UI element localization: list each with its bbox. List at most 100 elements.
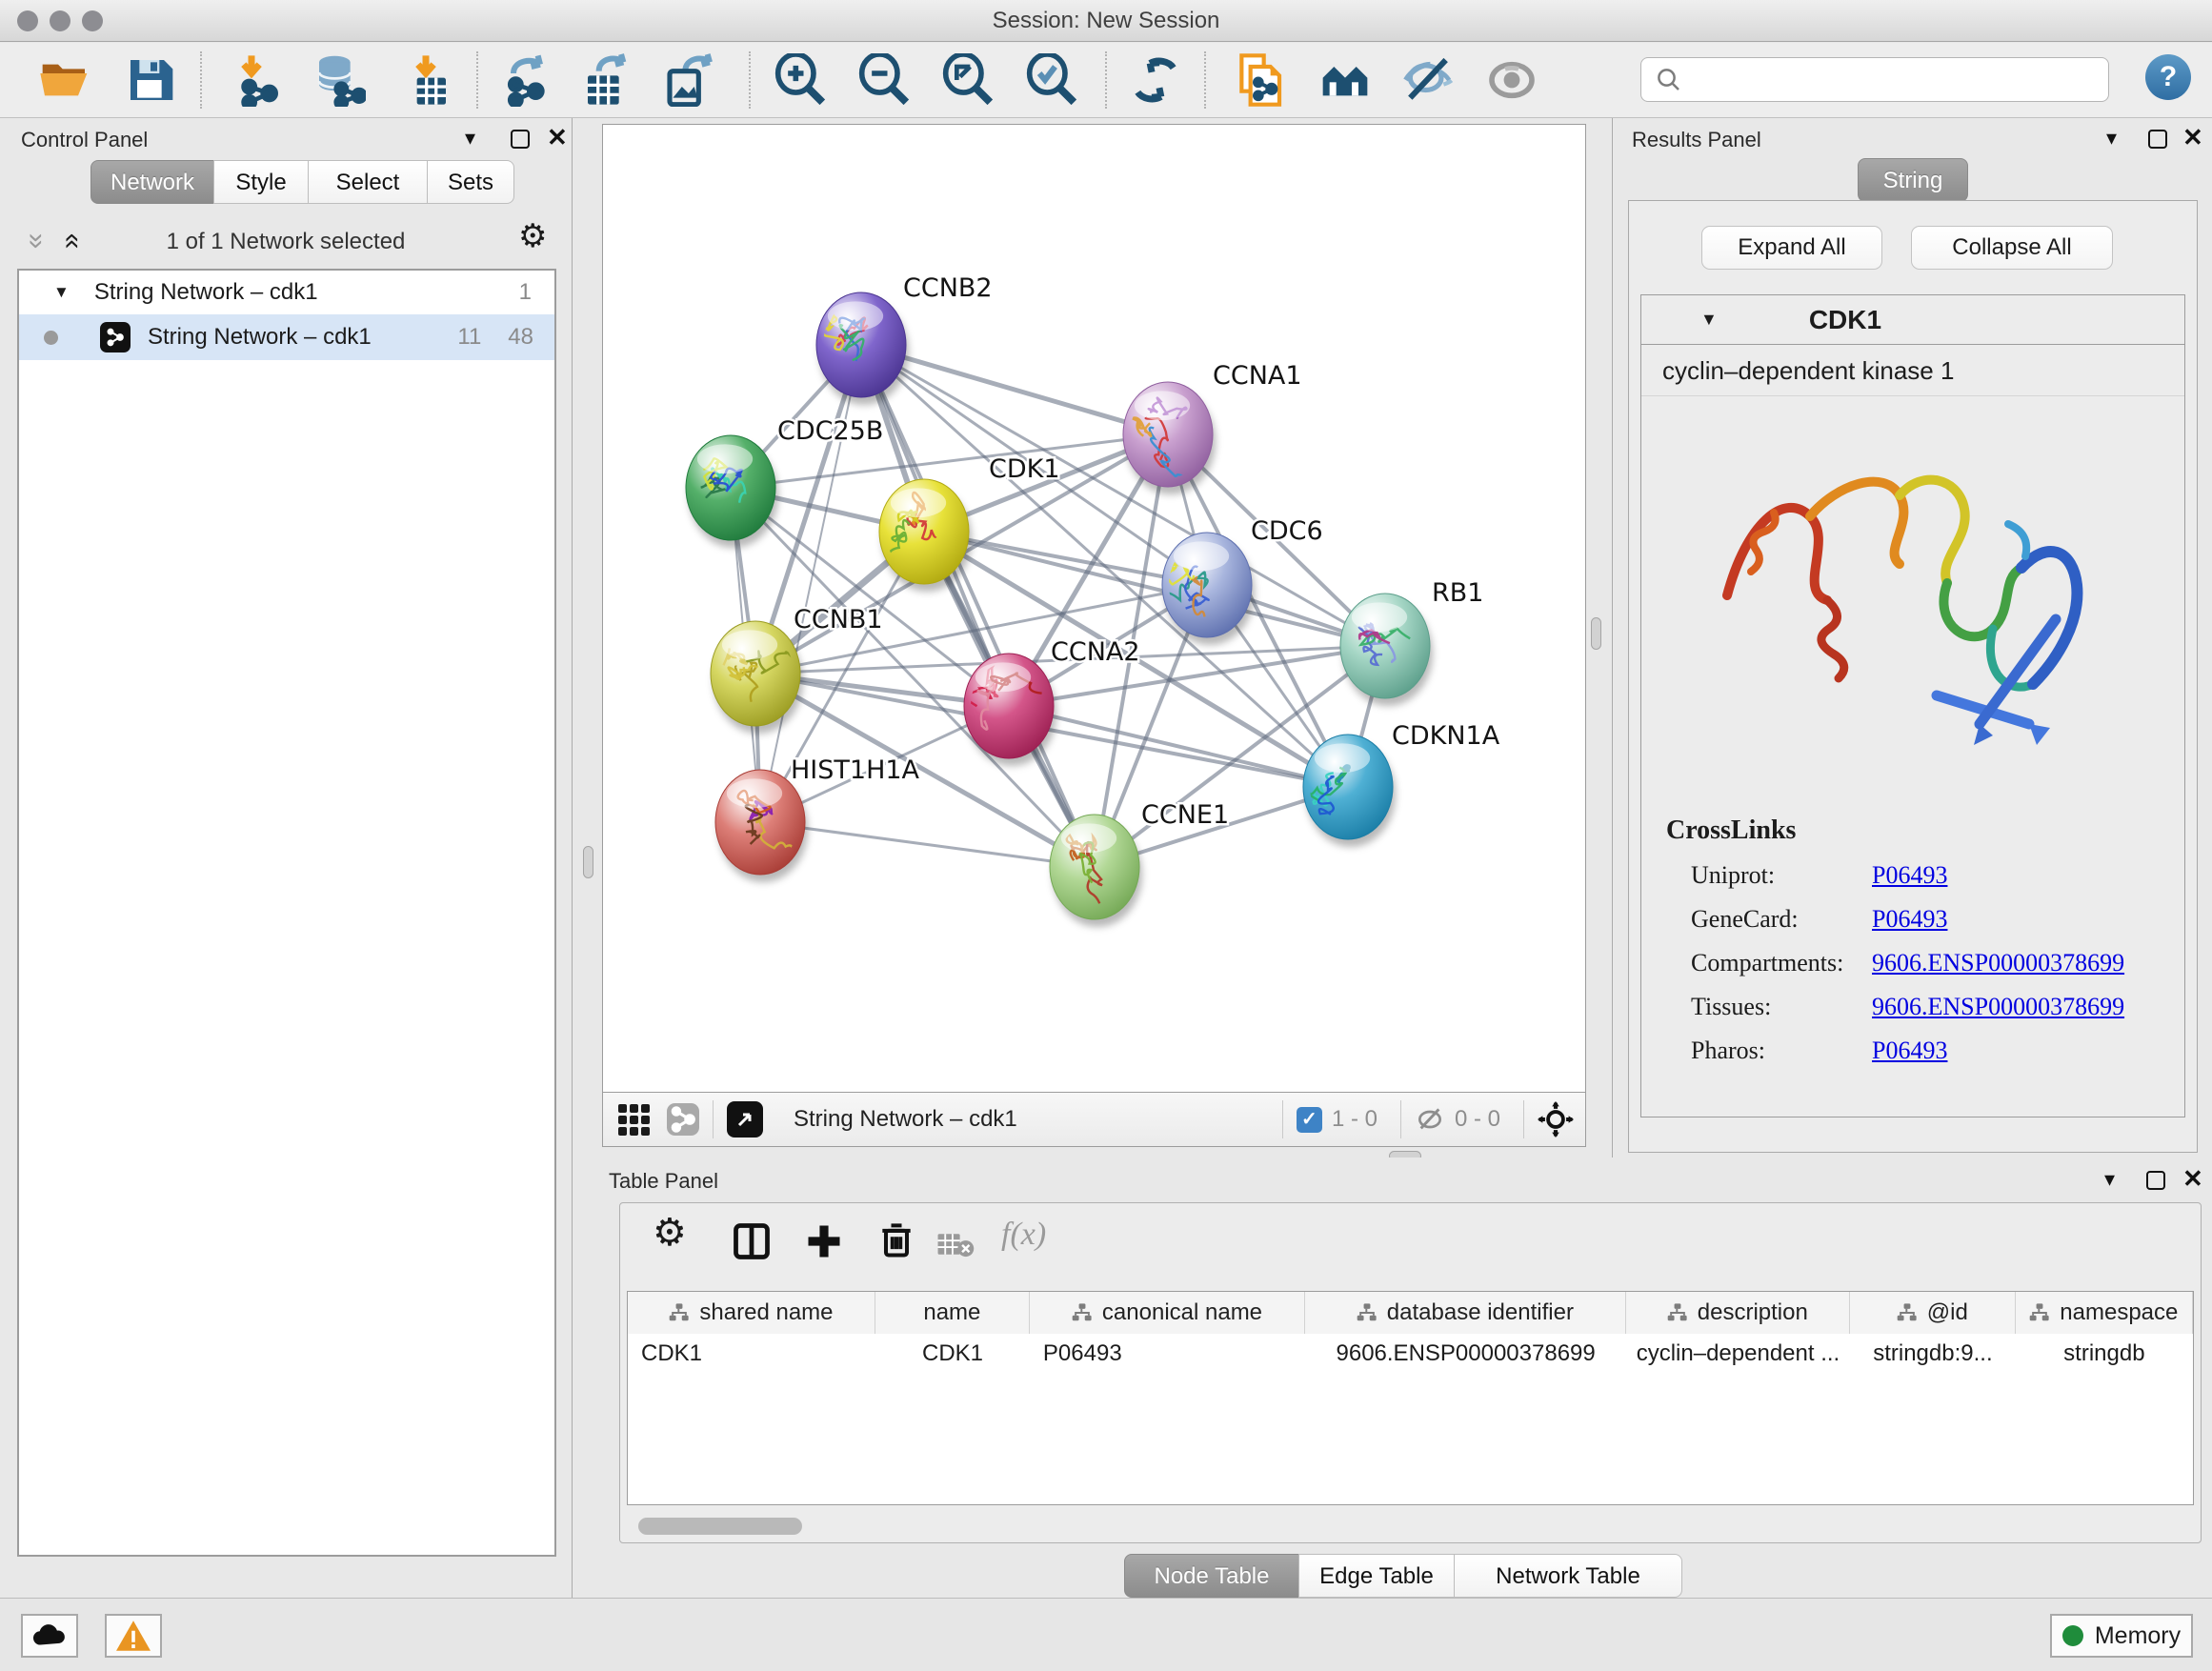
right-splitter-handle[interactable] [1591,617,1601,650]
zoom-out-icon[interactable] [857,53,911,107]
network-collection-row[interactable]: ▼ String Network – cdk1 1 [19,271,554,314]
network-options-gear-icon[interactable]: ⚙ [518,217,547,255]
network-node-rb1[interactable]: RB1 [1340,578,1483,706]
viewbar-separator [713,1100,714,1138]
export-table-icon[interactable] [581,53,634,107]
import-network-icon[interactable] [231,53,285,107]
node-label: RB1 [1432,578,1483,608]
hidden-eye-icon[interactable] [1415,1104,1445,1135]
network-edge[interactable] [861,345,1095,867]
tab-network[interactable]: Network [90,160,214,204]
add-column-icon[interactable] [803,1220,845,1262]
help-button[interactable]: ? [2145,54,2191,100]
panel-menu-icon[interactable]: ▾ [2106,126,2117,151]
network-node-cdkn1a[interactable]: CDKN1A [1303,721,1500,847]
table-cell[interactable]: stringdb:9... [1850,1334,2016,1374]
show-all-icon[interactable] [1485,53,1538,107]
string-share-icon[interactable] [667,1103,699,1136]
window-zoom-button[interactable] [82,10,103,31]
cloud-button[interactable] [21,1614,78,1658]
refresh-icon[interactable] [1129,53,1182,107]
crosslink-value-link[interactable]: 9606.ENSP00000378699 [1872,949,2124,977]
left-splitter-handle[interactable] [583,846,593,878]
network-edge[interactable] [760,822,1095,867]
network-node-hist1h1a[interactable]: HIST1H1A [715,755,920,882]
table-cell[interactable]: stringdb [2016,1334,2193,1374]
warnings-button[interactable] [105,1614,162,1658]
column-header-description[interactable]: description [1626,1292,1850,1334]
table-cell[interactable]: cyclin–dependent ... [1626,1334,1850,1374]
control-panel-tabs: Network Style Select Sets [91,160,514,204]
panel-float-icon[interactable] [2148,130,2167,149]
horizontal-scrollbar-thumb[interactable] [638,1518,802,1535]
node-card-header[interactable]: ▼ CDK1 [1641,295,2184,345]
table-cell[interactable]: 9606.ENSP00000378699 [1305,1334,1625,1374]
duplicate-network-icon[interactable] [1233,53,1286,107]
fit-content-crosshair-icon[interactable] [1538,1101,1574,1137]
apply-function-icon[interactable]: f(x) [1001,1217,1046,1253]
panel-close-icon[interactable]: ✕ [547,128,568,147]
table-row[interactable]: CDK1CDK1P064939606.ENSP00000378699cyclin… [628,1334,2193,1374]
delete-table-icon[interactable] [936,1230,975,1258]
tab-sets[interactable]: Sets [427,160,514,204]
crosslink-value-link[interactable]: P06493 [1872,905,1947,934]
table-cell[interactable]: P06493 [1030,1334,1306,1374]
card-collapse-icon[interactable]: ▼ [1700,310,1718,330]
import-table-icon[interactable] [399,53,452,107]
table-cell[interactable]: CDK1 [628,1334,875,1374]
panel-float-icon[interactable] [511,130,530,149]
table-options-gear-icon[interactable]: ⚙ [653,1211,687,1255]
first-neighbors-icon[interactable] [1318,53,1372,107]
panel-menu-icon[interactable]: ▾ [465,126,475,151]
tab-edge-table[interactable]: Edge Table [1298,1554,1455,1598]
search-input[interactable] [1691,67,2108,93]
panel-menu-icon[interactable]: ▾ [2104,1167,2115,1192]
panel-float-icon[interactable] [2146,1171,2165,1190]
table-cell[interactable]: CDK1 [875,1334,1030,1374]
column-header-canonical-name[interactable]: canonical name [1030,1292,1305,1334]
tab-string[interactable]: String [1858,158,1968,202]
network-graph[interactable]: CCNB2CCNA1CDC25BCDK1CDC6RB1CCNB1CCNA2CDK… [603,125,1585,1092]
column-header--id[interactable]: @id [1850,1292,2016,1334]
search-field[interactable] [1640,57,2109,102]
birds-eye-view-icon[interactable] [727,1101,763,1137]
column-header-namespace[interactable]: namespace [2016,1292,2193,1334]
network-row-selected[interactable]: String Network – cdk1 11 48 [19,314,554,360]
crosslink-value-link[interactable]: P06493 [1872,861,1947,890]
column-header-name[interactable]: name [875,1292,1030,1334]
collection-expand-icon[interactable]: ▼ [53,283,70,302]
zoom-selected-icon[interactable] [1025,53,1078,107]
grid-view-icon[interactable] [618,1104,650,1136]
panel-close-icon[interactable]: ✕ [2182,1169,2203,1188]
network-node-ccne1[interactable]: CCNE1 [1050,800,1229,927]
window-minimize-button[interactable] [50,10,70,31]
crosslink-value-link[interactable]: 9606.ENSP00000378699 [1872,993,2124,1021]
network-node-ccna1[interactable]: CCNA1 [1123,361,1302,494]
expand-all-button[interactable]: Expand All [1701,226,1882,270]
crosslink-value-link[interactable]: P06493 [1872,1037,1947,1065]
tab-style[interactable]: Style [213,160,309,204]
column-header-shared-name[interactable]: shared name [628,1292,875,1334]
import-database-icon[interactable] [312,53,366,107]
network-canvas[interactable]: CCNB2CCNA1CDC25BCDK1CDC6RB1CCNB1CCNA2CDK… [602,124,1586,1093]
export-network-icon[interactable] [500,53,553,107]
column-header-database-identifier[interactable]: database identifier [1305,1292,1625,1334]
tab-select[interactable]: Select [308,160,428,204]
hide-selected-icon[interactable] [1401,53,1455,107]
delete-column-icon[interactable] [875,1218,917,1260]
collapse-all-button[interactable]: Collapse All [1911,226,2113,270]
zoom-in-icon[interactable] [774,53,827,107]
memory-button[interactable]: Memory [2050,1614,2193,1658]
open-session-icon[interactable] [38,53,91,107]
window-close-button[interactable] [17,10,38,31]
control-panel: Control Panel ▾ ✕ Network Style Select S… [0,118,573,1598]
selected-checkbox-icon[interactable]: ✓ [1297,1107,1322,1133]
panel-close-icon[interactable]: ✕ [2182,128,2203,147]
zoom-fit-icon[interactable] [941,53,995,107]
tab-network-table[interactable]: Network Table [1454,1554,1682,1598]
network-edge[interactable] [1009,706,1348,787]
tab-node-table[interactable]: Node Table [1124,1554,1299,1598]
export-image-icon[interactable] [663,53,716,107]
show-columns-icon[interactable] [731,1220,773,1262]
save-session-icon[interactable] [124,53,177,107]
